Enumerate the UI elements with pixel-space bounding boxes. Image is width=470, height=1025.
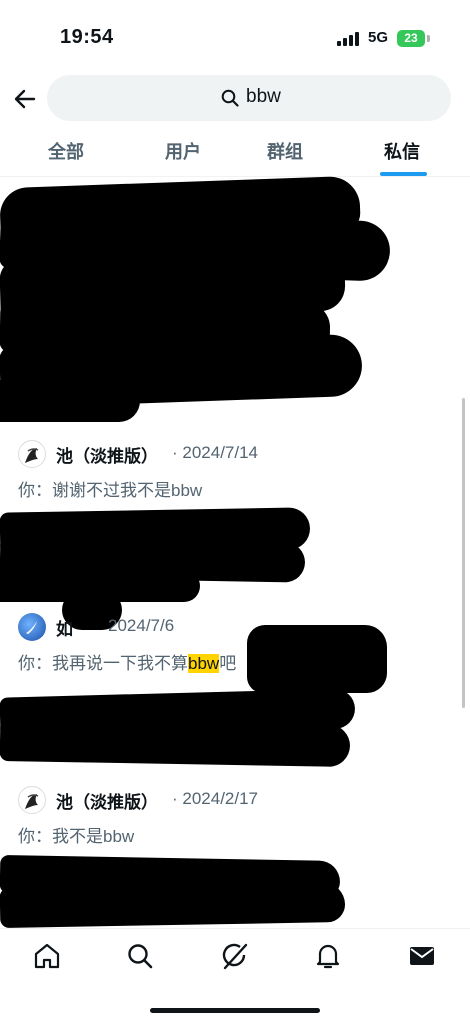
home-indicator (150, 1008, 320, 1013)
tab-users[interactable]: 用户 (165, 138, 201, 164)
avatar (18, 440, 46, 468)
message-text-end: 吧 (219, 654, 237, 673)
list-item[interactable]: 如 2024/7/6 你：我再说一下我不算bbw吧 (18, 613, 458, 673)
scrollbar[interactable] (462, 398, 465, 708)
sender-name: 如 (56, 620, 73, 639)
tab-messages[interactable]: 私信 (384, 138, 420, 164)
home-icon[interactable] (32, 941, 62, 971)
tab-groups[interactable]: 群组 (267, 138, 303, 164)
messages-icon[interactable] (407, 941, 437, 971)
list-item[interactable]: 池（淡推版） · 2024/7/14 你：谢谢不过我不是bbw (18, 440, 458, 500)
notifications-icon[interactable] (313, 941, 343, 971)
grok-icon[interactable] (220, 941, 250, 971)
message-preview: 你：我再说一下我不算bbw吧 (18, 649, 236, 674)
avatar (18, 786, 46, 814)
sender-name: 池（淡推版） (56, 793, 158, 812)
search-input[interactable]: bbw (47, 75, 451, 121)
status-bar: 19:54 5G 23 (0, 0, 470, 72)
tab-all[interactable]: 全部 (48, 138, 84, 164)
cellular-signal-icon (337, 32, 361, 46)
active-tab-indicator (380, 172, 427, 176)
explore-icon[interactable] (125, 941, 155, 971)
search-icon (221, 89, 239, 107)
search-query: bbw (246, 86, 281, 107)
sender-name: 池（淡推版） (56, 447, 158, 466)
message-date: · 2024/2/17 (172, 789, 259, 808)
message-prefix: 你： (18, 654, 52, 673)
avatar (18, 613, 46, 641)
search-header: bbw (0, 74, 470, 124)
list-item[interactable]: 池（淡推版） · 2024/2/17 你：我不是bbw (18, 786, 458, 846)
message-prefix: 你： (18, 481, 52, 500)
message-date: · 2024/7/14 (172, 443, 259, 462)
battery-tip (427, 35, 430, 42)
search-highlight: bbw (188, 654, 220, 673)
message-preview: 你：谢谢不过我不是bbw (18, 476, 202, 501)
back-arrow-icon[interactable] (10, 84, 40, 114)
message-preview: 你：我不是bbw (18, 822, 134, 847)
message-text: 我再说一下我不算 (52, 654, 188, 673)
status-time: 19:54 (60, 26, 114, 48)
message-prefix: 你： (18, 827, 52, 846)
battery-icon: 23 (397, 30, 425, 47)
message-text: 谢谢不过我不是bbw (52, 481, 203, 500)
message-text: 我不是bbw (52, 827, 135, 846)
message-date: 2024/7/6 (108, 616, 175, 635)
network-type: 5G (368, 29, 389, 46)
search-tabs: 全部 用户 群组 私信 (0, 128, 470, 177)
